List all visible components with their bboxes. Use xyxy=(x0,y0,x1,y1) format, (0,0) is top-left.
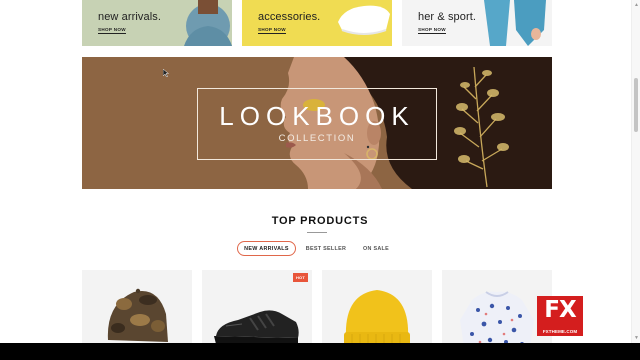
vertical-scrollbar[interactable]: ▲ ▼ xyxy=(631,0,640,343)
category-title: new arrivals. xyxy=(98,11,162,23)
fxtheme-logo: FX FXTHEME.COM xyxy=(537,296,583,336)
section-divider xyxy=(307,232,327,233)
tab-best-seller[interactable]: BEST SELLER xyxy=(303,241,349,256)
category-banner-accessories[interactable]: accessories. SHOP NOW xyxy=(242,0,392,46)
section-title: TOP PRODUCTS xyxy=(271,215,369,227)
category-banner-new-arrivals[interactable]: new arrivals. SHOP NOW xyxy=(82,0,232,46)
shop-now-link[interactable]: SHOP NOW xyxy=(418,27,446,34)
category-banner-her-sport[interactable]: her & sport. SHOP NOW xyxy=(402,0,552,46)
lookbook-banner[interactable]: LOOKBOOK COLLECTION xyxy=(82,57,552,189)
lookbook-subtitle: COLLECTION xyxy=(278,133,356,144)
scroll-up-icon[interactable]: ▲ xyxy=(633,2,640,8)
lookbook-title: LOOKBOOK xyxy=(219,101,415,131)
tab-on-sale[interactable]: ON SALE xyxy=(357,241,395,256)
shop-now-link[interactable]: SHOP NOW xyxy=(98,27,126,34)
fx-logo-mark: FX xyxy=(544,297,576,323)
category-title: her & sport. xyxy=(418,11,477,23)
scroll-down-icon[interactable]: ▼ xyxy=(633,335,640,341)
scrollbar-thumb[interactable] xyxy=(634,78,638,132)
hot-badge: HOT xyxy=(292,273,308,282)
mouse-cursor-icon xyxy=(163,69,169,77)
bottom-black-bar xyxy=(0,343,640,360)
shop-now-link[interactable]: SHOP NOW xyxy=(258,27,286,34)
lookbook-frame: LOOKBOOK COLLECTION xyxy=(197,88,437,160)
category-title: accessories. xyxy=(258,11,321,23)
sneaker-photo xyxy=(338,5,390,35)
model-photo xyxy=(184,0,232,46)
fx-logo-site: FXTHEME.COM xyxy=(542,329,578,334)
tab-new-arrivals[interactable]: NEW ARRIVALS xyxy=(237,241,296,256)
model-photo xyxy=(484,0,546,46)
